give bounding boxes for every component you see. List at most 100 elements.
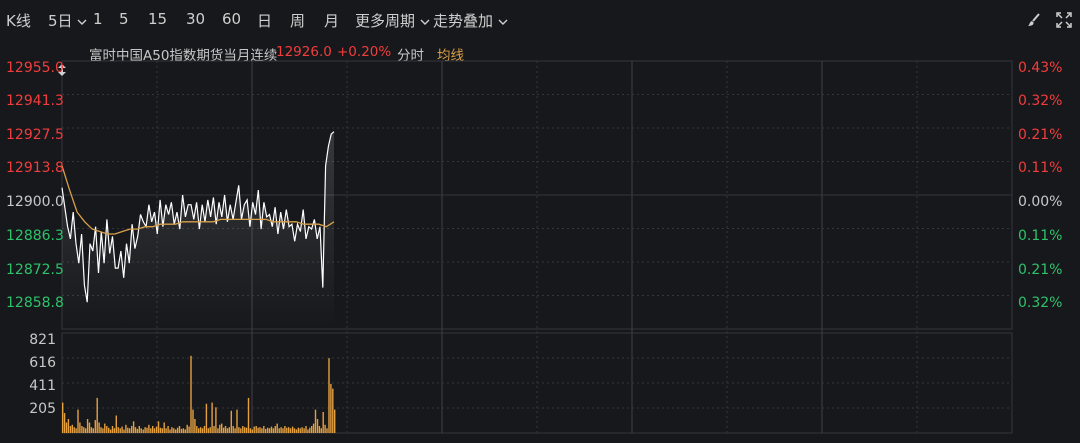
volume-bar [94, 420, 96, 433]
price-tick: 12858.8 [6, 295, 64, 311]
volume-bar [209, 427, 211, 433]
volume-bar [146, 427, 148, 433]
percent-tick: 0.43% [1018, 60, 1063, 76]
volume-bar [134, 427, 137, 433]
volume-bar [232, 426, 234, 433]
volume-bar [142, 429, 144, 433]
volume-bar [217, 428, 219, 433]
volume-bar [332, 388, 334, 433]
percent-tick: 0.11% [1018, 160, 1063, 176]
volume-bar [165, 428, 167, 433]
volume-bar [194, 419, 196, 433]
volume-bar [307, 429, 309, 433]
percent-tick: 0.21% [1018, 262, 1063, 278]
volume-bar [167, 426, 169, 433]
volume-bar [211, 402, 213, 433]
volume-bar [316, 419, 319, 433]
volume-bar [295, 429, 298, 433]
volume-bar [324, 424, 326, 433]
volume-bar [111, 426, 114, 433]
volume-bar [247, 397, 250, 433]
volume-bar [213, 426, 215, 433]
volume-bar [148, 424, 150, 433]
volume-bar [289, 428, 292, 433]
volume-bar [178, 426, 181, 433]
volume-bar [309, 427, 311, 433]
percent-tick: 0.21% [1018, 127, 1063, 143]
volume-bar [169, 429, 171, 433]
volume-bar [261, 428, 263, 433]
volume-bar [152, 426, 154, 433]
volume-bar [196, 426, 198, 433]
volume-bar [198, 428, 200, 433]
volume-bar [131, 426, 133, 433]
volume-bar [176, 427, 179, 433]
chart-canvas[interactable] [0, 0, 1080, 443]
percent-tick: 0.00% [1018, 194, 1063, 210]
volume-bar [81, 426, 83, 433]
volume-bar [259, 427, 261, 433]
volume-bar [119, 428, 121, 433]
volume-bar [303, 428, 305, 433]
volume-bar [224, 426, 227, 433]
volume-bar [159, 427, 162, 433]
volume-bar [263, 426, 265, 433]
volume-bar [182, 428, 185, 433]
volume-bar [318, 426, 321, 433]
volume-bar [219, 424, 221, 433]
volume-bar [270, 426, 273, 433]
volume-bar [199, 427, 202, 433]
volume-bar [83, 427, 85, 433]
volume-bar [65, 422, 68, 433]
volume-bar [234, 428, 236, 433]
volume-bar [207, 428, 209, 433]
volume-bar [86, 419, 89, 433]
volume-bar [221, 423, 223, 433]
volume-bar [228, 427, 230, 433]
volume-bar [330, 383, 332, 433]
volume-bar [153, 428, 156, 433]
volume-bar [180, 428, 183, 433]
price-tick: 12913.8 [6, 160, 64, 176]
volume-bar [96, 397, 98, 433]
volume-bar [253, 426, 255, 433]
volume-bar [150, 428, 152, 433]
volume-bar [320, 428, 322, 433]
volume-bar [184, 429, 186, 433]
volume-bar [75, 428, 77, 433]
volume-bar [125, 424, 127, 433]
volume-bar [299, 428, 301, 433]
volume-bar [186, 424, 188, 433]
volume-bar [136, 428, 139, 433]
volume-bar [274, 426, 276, 433]
volume-bar [244, 427, 246, 433]
volume-bar [113, 428, 116, 433]
volume-bar [138, 426, 140, 433]
volume-bar [265, 428, 267, 433]
volume-bar [282, 428, 284, 433]
volume-bar [280, 427, 282, 433]
volume-bar [132, 421, 135, 433]
price-tick: 12941.3 [6, 93, 64, 109]
volume-bar [90, 427, 93, 433]
volume-bar [188, 426, 190, 433]
percent-tick: 0.32% [1018, 295, 1063, 311]
volume-bar [69, 426, 72, 433]
volume-bar [127, 427, 129, 433]
volume-tick: 411 [29, 378, 56, 394]
volume-bar [190, 355, 192, 433]
volume-bar [63, 413, 66, 433]
volume-bar [71, 424, 73, 433]
price-tick: 12900.0 [6, 194, 64, 210]
volume-bar [297, 427, 299, 433]
volume-bar [163, 422, 165, 433]
volume-bar [201, 428, 204, 433]
volume-bar [267, 427, 269, 433]
volume-bar [293, 428, 296, 433]
volume-bar [108, 427, 110, 433]
price-tick: 12872.5 [6, 262, 64, 278]
volume-bar [67, 419, 70, 433]
volume-bar [171, 427, 173, 433]
price-tick: 12955.0 [6, 60, 64, 76]
volume-bar [311, 426, 313, 433]
